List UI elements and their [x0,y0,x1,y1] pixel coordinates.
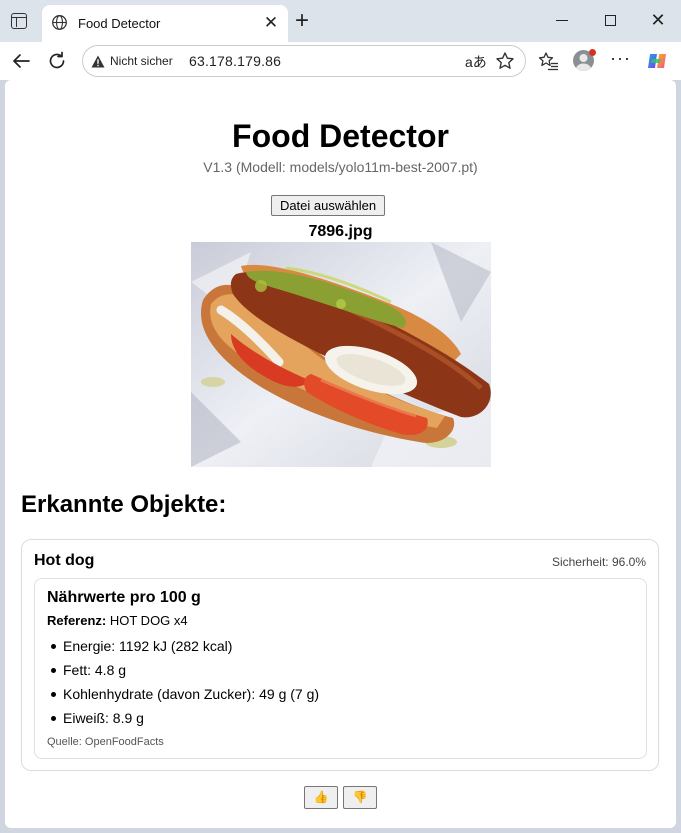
star-icon[interactable] [495,51,515,71]
hot-dog-image [191,242,491,467]
nutrition-fat: Fett: 4.8 g [51,658,623,682]
url-text[interactable]: 63.178.179.86 [189,53,281,69]
file-name: 7896.jpg [308,223,373,240]
choose-file-button[interactable]: Datei auswählen [271,195,385,216]
title-bar: Food Detector ✕ + ✕ [0,0,681,42]
version-info: V1.3 (Modell: models/yolo11m-best-2007.p… [203,159,478,175]
nutrition-carbs: Kohlenhydrate (davon Zucker): 49 g (7 g) [51,682,623,706]
more-icon[interactable]: ··· [610,48,631,69]
thumbs-down-button[interactable]: 👎 [343,786,377,809]
reference-value: HOT DOG x4 [106,613,188,628]
detection-label: Hot dog [34,552,95,569]
browser-toolbar: Nicht sicher 63.178.179.86 aあ ··· [0,42,681,80]
nutrition-reference: Referenz: HOT DOG x4 [47,613,188,628]
nutrition-protein: Eiweiß: 8.9 g [51,706,623,730]
nutrition-energy: Energie: 1192 kJ (282 kcal) [51,634,623,658]
close-icon[interactable]: ✕ [262,14,280,32]
minimize-button[interactable] [556,20,568,21]
nutrition-title: Nährwerte pro 100 g [47,589,201,606]
back-arrow-icon[interactable] [10,50,32,72]
security-label[interactable]: Nicht sicher [110,54,173,68]
maximize-button[interactable] [605,15,616,26]
page-viewport: Food Detector V1.3 (Modell: models/yolo1… [5,80,676,828]
favorites-icon[interactable] [537,51,559,71]
tab-food-detector[interactable]: Food Detector ✕ [42,5,288,42]
reference-label: Referenz: [47,613,107,628]
tab-actions-icon[interactable] [11,13,27,29]
warning-icon[interactable] [91,55,105,68]
copilot-icon[interactable] [646,50,668,72]
page-title: Food Detector [232,118,449,154]
read-aloud-icon[interactable]: aあ [465,52,487,72]
window-close-button[interactable]: ✕ [648,8,668,32]
reload-icon[interactable] [46,50,68,72]
results-heading: Erkannte Objekte: [21,491,227,518]
globe-icon [52,15,67,30]
confidence-text: Sicherheit: 96.0% [551,555,646,569]
nutrition-list: Energie: 1192 kJ (282 kcal) Fett: 4.8 g … [51,634,623,730]
notification-dot [589,49,596,56]
nutrition-panel: Nährwerte pro 100 g Referenz: HOT DOG x4… [34,578,647,759]
address-bar[interactable]: Nicht sicher 63.178.179.86 aあ [82,45,526,77]
new-tab-button[interactable]: + [290,9,314,34]
thumbs-up-button[interactable]: 👍 [304,786,338,809]
nutrition-source: Quelle: OpenFoodFacts [47,736,164,748]
tab-title: Food Detector [78,16,161,31]
detection-card: Hot dog Sicherheit: 96.0% Nährwerte pro … [21,539,659,771]
